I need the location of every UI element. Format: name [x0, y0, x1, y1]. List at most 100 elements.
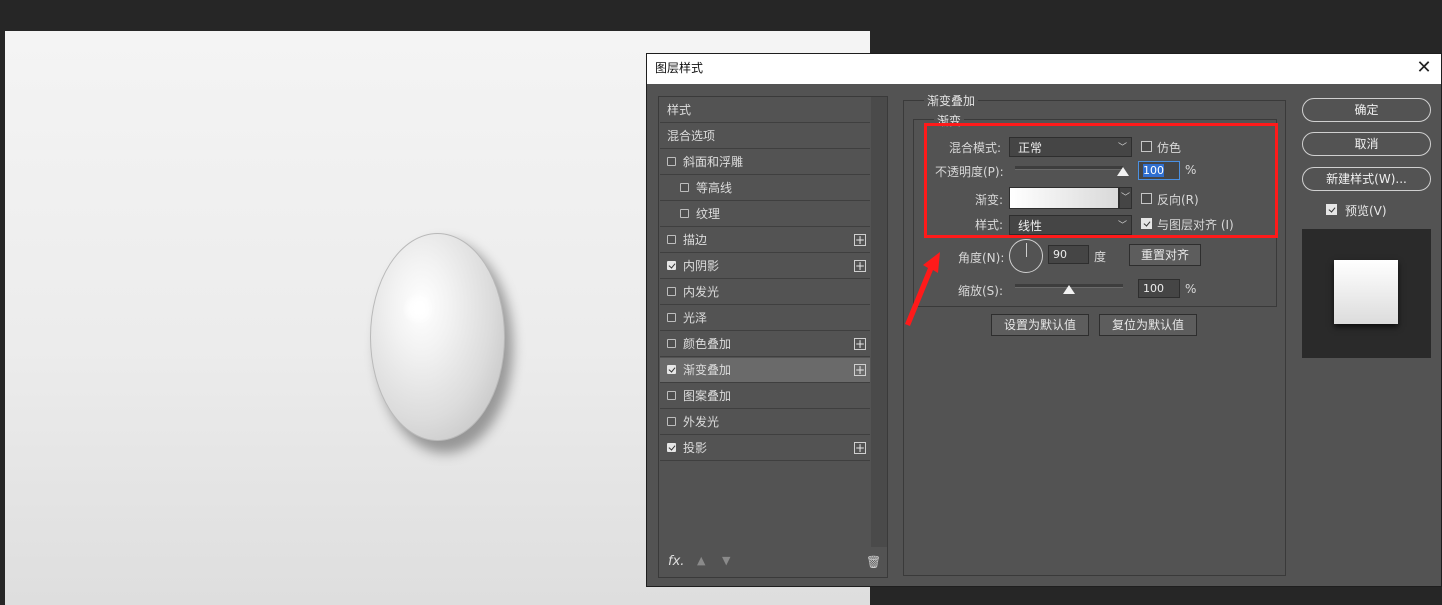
style-list-item-label: 渐变叠加 — [683, 363, 732, 377]
angle-dial-needle — [1026, 243, 1027, 257]
style-list-item-label: 样式 — [667, 103, 692, 117]
opacity-slider-thumb[interactable] — [1117, 167, 1129, 176]
opacity-slider-track[interactable] — [1015, 166, 1123, 170]
style-list-item-label: 外发光 — [683, 415, 720, 429]
style-list-footer: fx. ▲ ▼ 🗑 — [659, 549, 887, 577]
style-list-item-label: 图案叠加 — [683, 389, 732, 403]
style-list-scrollbar[interactable] — [871, 97, 887, 547]
fx-icon[interactable]: fx. — [668, 554, 684, 569]
opacity-value: 100 — [1143, 164, 1164, 177]
style-list-item-label: 等高线 — [696, 181, 733, 195]
style-list-item[interactable]: 样式 — [660, 98, 870, 123]
style-list-item[interactable]: 图案叠加 — [660, 384, 870, 409]
opacity-input[interactable]: 100 — [1138, 161, 1180, 180]
egg-shape — [370, 233, 505, 441]
style-list-item-label: 颜色叠加 — [683, 337, 732, 351]
style-list-item[interactable]: 渐变叠加 + — [660, 358, 870, 383]
style-list-item[interactable]: 混合选项 — [660, 124, 870, 149]
preview-label: 预览(V) — [1345, 204, 1387, 218]
style-list-item[interactable]: 投影 + — [660, 436, 870, 461]
style-list-item[interactable]: 外发光 — [660, 410, 870, 435]
layer-style-dialog: 图层样式 ✕ 样式混合选项斜面和浮雕等高线纹理描边 + 内阴影 + 内发光光泽颜色叠加 +… — [646, 53, 1442, 587]
reset-align-button[interactable]: 重置对齐 — [1129, 244, 1201, 266]
align-with-layer-checkbox[interactable] — [1141, 218, 1152, 229]
add-effect-icon[interactable]: + — [854, 442, 866, 454]
reverse-label: 反向(R) — [1157, 193, 1199, 207]
angle-value: 90 — [1053, 248, 1067, 261]
ok-button[interactable]: 确定 — [1302, 98, 1431, 122]
style-enable-checkbox[interactable] — [667, 287, 676, 296]
style-list-item-label: 混合选项 — [667, 129, 716, 143]
style-list-item-label: 内阴影 — [683, 259, 720, 273]
egg-highlight — [403, 294, 433, 324]
move-up-icon[interactable]: ▲ — [697, 554, 705, 567]
set-default-button[interactable]: 设置为默认值 — [991, 314, 1089, 336]
angle-input[interactable]: 90 — [1048, 245, 1089, 264]
preview-checkbox[interactable] — [1326, 204, 1337, 215]
reset-default-button[interactable]: 复位为默认值 — [1099, 314, 1197, 336]
blend-mode-label: 混合模式: — [949, 141, 1002, 155]
align-with-layer-label: 与图层对齐 (I) — [1157, 218, 1234, 232]
cancel-button[interactable]: 取消 — [1302, 132, 1431, 156]
scale-value: 100 — [1143, 282, 1164, 295]
gradient-style-value: 线性 — [1018, 219, 1043, 233]
style-enable-checkbox[interactable] — [667, 417, 676, 426]
blend-mode-value: 正常 — [1018, 141, 1043, 155]
add-effect-icon[interactable]: + — [854, 260, 866, 272]
gradient-swatch[interactable] — [1009, 187, 1119, 209]
style-list-item-label: 光泽 — [683, 311, 708, 325]
move-down-icon[interactable]: ▼ — [722, 554, 730, 567]
opacity-label: 不透明度(P): — [935, 165, 1004, 179]
style-list: 样式混合选项斜面和浮雕等高线纹理描边 + 内阴影 + 内发光光泽颜色叠加 + 渐变叠加 + 图案… — [658, 96, 888, 578]
style-enable-checkbox[interactable] — [667, 235, 676, 244]
style-list-item[interactable]: 颜色叠加 + — [660, 332, 870, 357]
opacity-unit: % — [1185, 163, 1197, 177]
style-list-item-label: 纹理 — [696, 207, 721, 221]
dither-label: 仿色 — [1157, 141, 1182, 155]
scale-slider-thumb[interactable] — [1063, 285, 1075, 294]
style-list-item-label: 内发光 — [683, 285, 720, 299]
angle-dial[interactable] — [1009, 239, 1043, 273]
style-enable-checkbox[interactable] — [667, 443, 676, 452]
style-list-item[interactable]: 纹理 — [660, 202, 870, 227]
section-title: 渐变叠加 — [924, 92, 979, 109]
scale-input[interactable]: 100 — [1138, 279, 1180, 298]
style-enable-checkbox[interactable] — [680, 209, 689, 218]
style-label: 样式: — [975, 218, 1004, 232]
add-effect-icon[interactable]: + — [854, 338, 866, 350]
gradient-group-title: 渐变 — [934, 112, 965, 129]
style-enable-checkbox[interactable] — [667, 157, 676, 166]
preview-thumbnail — [1334, 260, 1398, 324]
add-effect-icon[interactable]: + — [854, 234, 866, 246]
gradient-style-select[interactable]: 线性 ﹀ — [1009, 215, 1132, 235]
style-list-item-label: 描边 — [683, 233, 708, 247]
style-enable-checkbox[interactable] — [680, 183, 689, 192]
new-style-button[interactable]: 新建样式(W)... — [1302, 167, 1431, 191]
style-list-item[interactable]: 斜面和浮雕 — [660, 150, 870, 175]
trash-icon[interactable]: 🗑 — [866, 555, 881, 569]
dialog-titlebar: 图层样式 ✕ — [647, 54, 1441, 84]
blend-mode-select[interactable]: 正常 ﹀ — [1009, 137, 1132, 157]
style-list-item[interactable]: 内发光 — [660, 280, 870, 305]
style-list-item[interactable]: 等高线 — [660, 176, 870, 201]
close-icon[interactable]: ✕ — [1413, 57, 1435, 79]
style-enable-checkbox[interactable] — [667, 339, 676, 348]
gradient-label: 渐变: — [975, 193, 1004, 207]
style-list-item[interactable]: 内阴影 + — [660, 254, 870, 279]
style-enable-checkbox[interactable] — [667, 261, 676, 270]
style-enable-checkbox[interactable] — [667, 313, 676, 322]
angle-label: 角度(N): — [958, 251, 1005, 265]
style-enable-checkbox[interactable] — [667, 365, 676, 374]
reverse-checkbox[interactable] — [1141, 193, 1152, 204]
style-list-item[interactable]: 光泽 — [660, 306, 870, 331]
scale-unit: % — [1185, 282, 1197, 296]
dither-checkbox[interactable] — [1141, 141, 1152, 152]
gradient-picker-chevron-icon[interactable]: ﹀ — [1119, 187, 1132, 209]
style-enable-checkbox[interactable] — [667, 391, 676, 400]
add-effect-icon[interactable]: + — [854, 364, 866, 376]
style-list-item[interactable]: 描边 + — [660, 228, 870, 253]
chevron-down-icon: ﹀ — [1117, 221, 1127, 231]
dialog-title: 图层样式 — [655, 61, 704, 75]
style-list-item-label: 投影 — [683, 441, 708, 455]
angle-unit: 度 — [1094, 250, 1107, 264]
